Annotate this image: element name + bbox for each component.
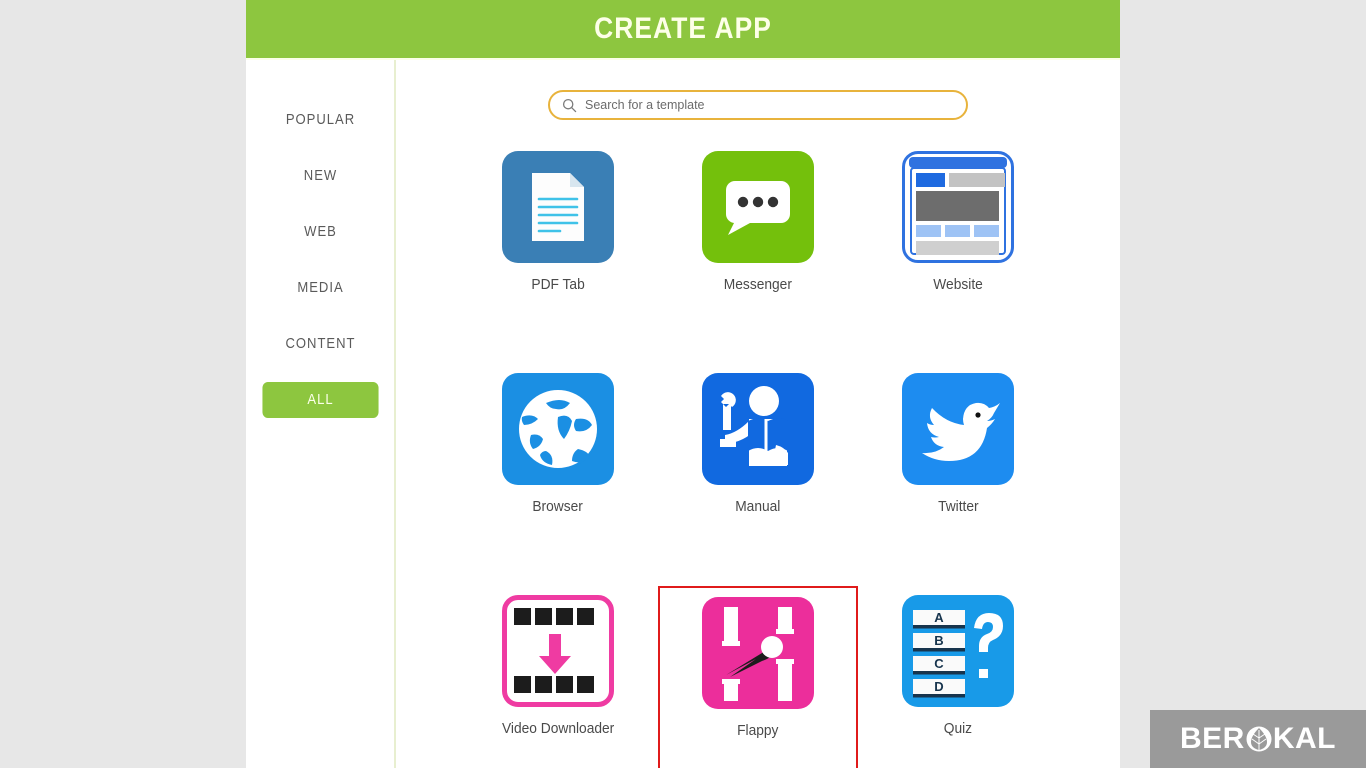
template-label: Website xyxy=(933,277,983,293)
film-download-icon xyxy=(502,595,614,707)
template-grid: PDF Tab Messenger Website Browser Manual… xyxy=(396,142,1120,768)
chat-bubble-icon xyxy=(702,151,814,263)
svg-text:B: B xyxy=(934,633,943,648)
pdf-document-icon xyxy=(502,151,614,263)
sidebar-item-label: MEDIA xyxy=(296,280,344,296)
template-tile-video-downloader[interactable]: Video Downloader xyxy=(458,586,658,768)
template-label: Manual xyxy=(735,499,781,515)
template-label: Messenger xyxy=(723,277,793,293)
template-label: Twitter xyxy=(937,499,979,515)
sidebar: POPULAR NEW WEB MEDIA CONTENT ALL xyxy=(246,60,396,768)
create-app-panel: CREATE APP POPULAR NEW WEB MEDIA CONTENT… xyxy=(246,0,1120,768)
template-tile-quiz[interactable]: A B C D Quiz xyxy=(858,586,1058,768)
search-input[interactable] xyxy=(585,98,954,112)
sidebar-item-media[interactable]: MEDIA xyxy=(262,270,378,306)
watermark: BER KAL xyxy=(1150,710,1366,768)
search-icon xyxy=(562,98,577,112)
page-title: CREATE APP xyxy=(594,12,772,45)
flappy-game-icon xyxy=(702,597,814,709)
quiz-question-icon: A B C D xyxy=(902,595,1014,707)
svg-text:A: A xyxy=(934,610,944,625)
leaf-icon xyxy=(1246,726,1272,752)
person-manual-icon xyxy=(702,373,814,485)
template-tile-browser[interactable]: Browser xyxy=(458,364,658,571)
sidebar-item-new[interactable]: NEW xyxy=(262,158,378,194)
svg-text:D: D xyxy=(934,679,943,694)
search-bar-wrapper xyxy=(396,90,1120,120)
sidebar-item-label: POPULAR xyxy=(285,112,355,128)
template-tile-website[interactable]: Website xyxy=(858,142,1058,349)
template-tile-flappy[interactable]: Flappy xyxy=(658,586,858,768)
template-label: Flappy xyxy=(737,723,779,739)
search-box[interactable] xyxy=(548,90,968,120)
sidebar-item-content[interactable]: CONTENT xyxy=(262,326,378,362)
template-tile-twitter[interactable]: Twitter xyxy=(858,364,1058,571)
template-label: Browser xyxy=(532,499,584,515)
template-tile-manual[interactable]: Manual xyxy=(658,364,858,571)
template-label: Quiz xyxy=(943,721,973,737)
watermark-text: BER KAL xyxy=(1180,722,1336,756)
panel-body: POPULAR NEW WEB MEDIA CONTENT ALL Search… xyxy=(246,60,1120,768)
template-tile-messenger[interactable]: Messenger xyxy=(658,142,858,349)
sidebar-item-label: WEB xyxy=(303,224,337,240)
watermark-text-after: KAL xyxy=(1272,722,1336,755)
watermark-text-before: BER xyxy=(1180,722,1245,755)
sidebar-item-popular[interactable]: POPULAR xyxy=(262,102,378,138)
template-tile-pdf-tab[interactable]: PDF Tab xyxy=(458,142,658,349)
twitter-bird-icon xyxy=(902,373,1014,485)
globe-icon xyxy=(502,373,614,485)
sidebar-item-label: CONTENT xyxy=(284,336,356,352)
header-bar: CREATE APP xyxy=(246,0,1120,60)
browser-window-icon xyxy=(902,151,1014,263)
template-label: PDF Tab xyxy=(531,277,585,293)
template-content-area: PDF Tab Messenger xyxy=(396,60,1120,768)
svg-text:C: C xyxy=(934,656,944,671)
sidebar-item-label: NEW xyxy=(303,168,337,184)
sidebar-item-web[interactable]: WEB xyxy=(262,214,378,250)
template-label: Video Downloader xyxy=(501,721,615,737)
sidebar-item-label: ALL xyxy=(306,392,334,408)
sidebar-item-all[interactable]: ALL xyxy=(261,382,379,418)
